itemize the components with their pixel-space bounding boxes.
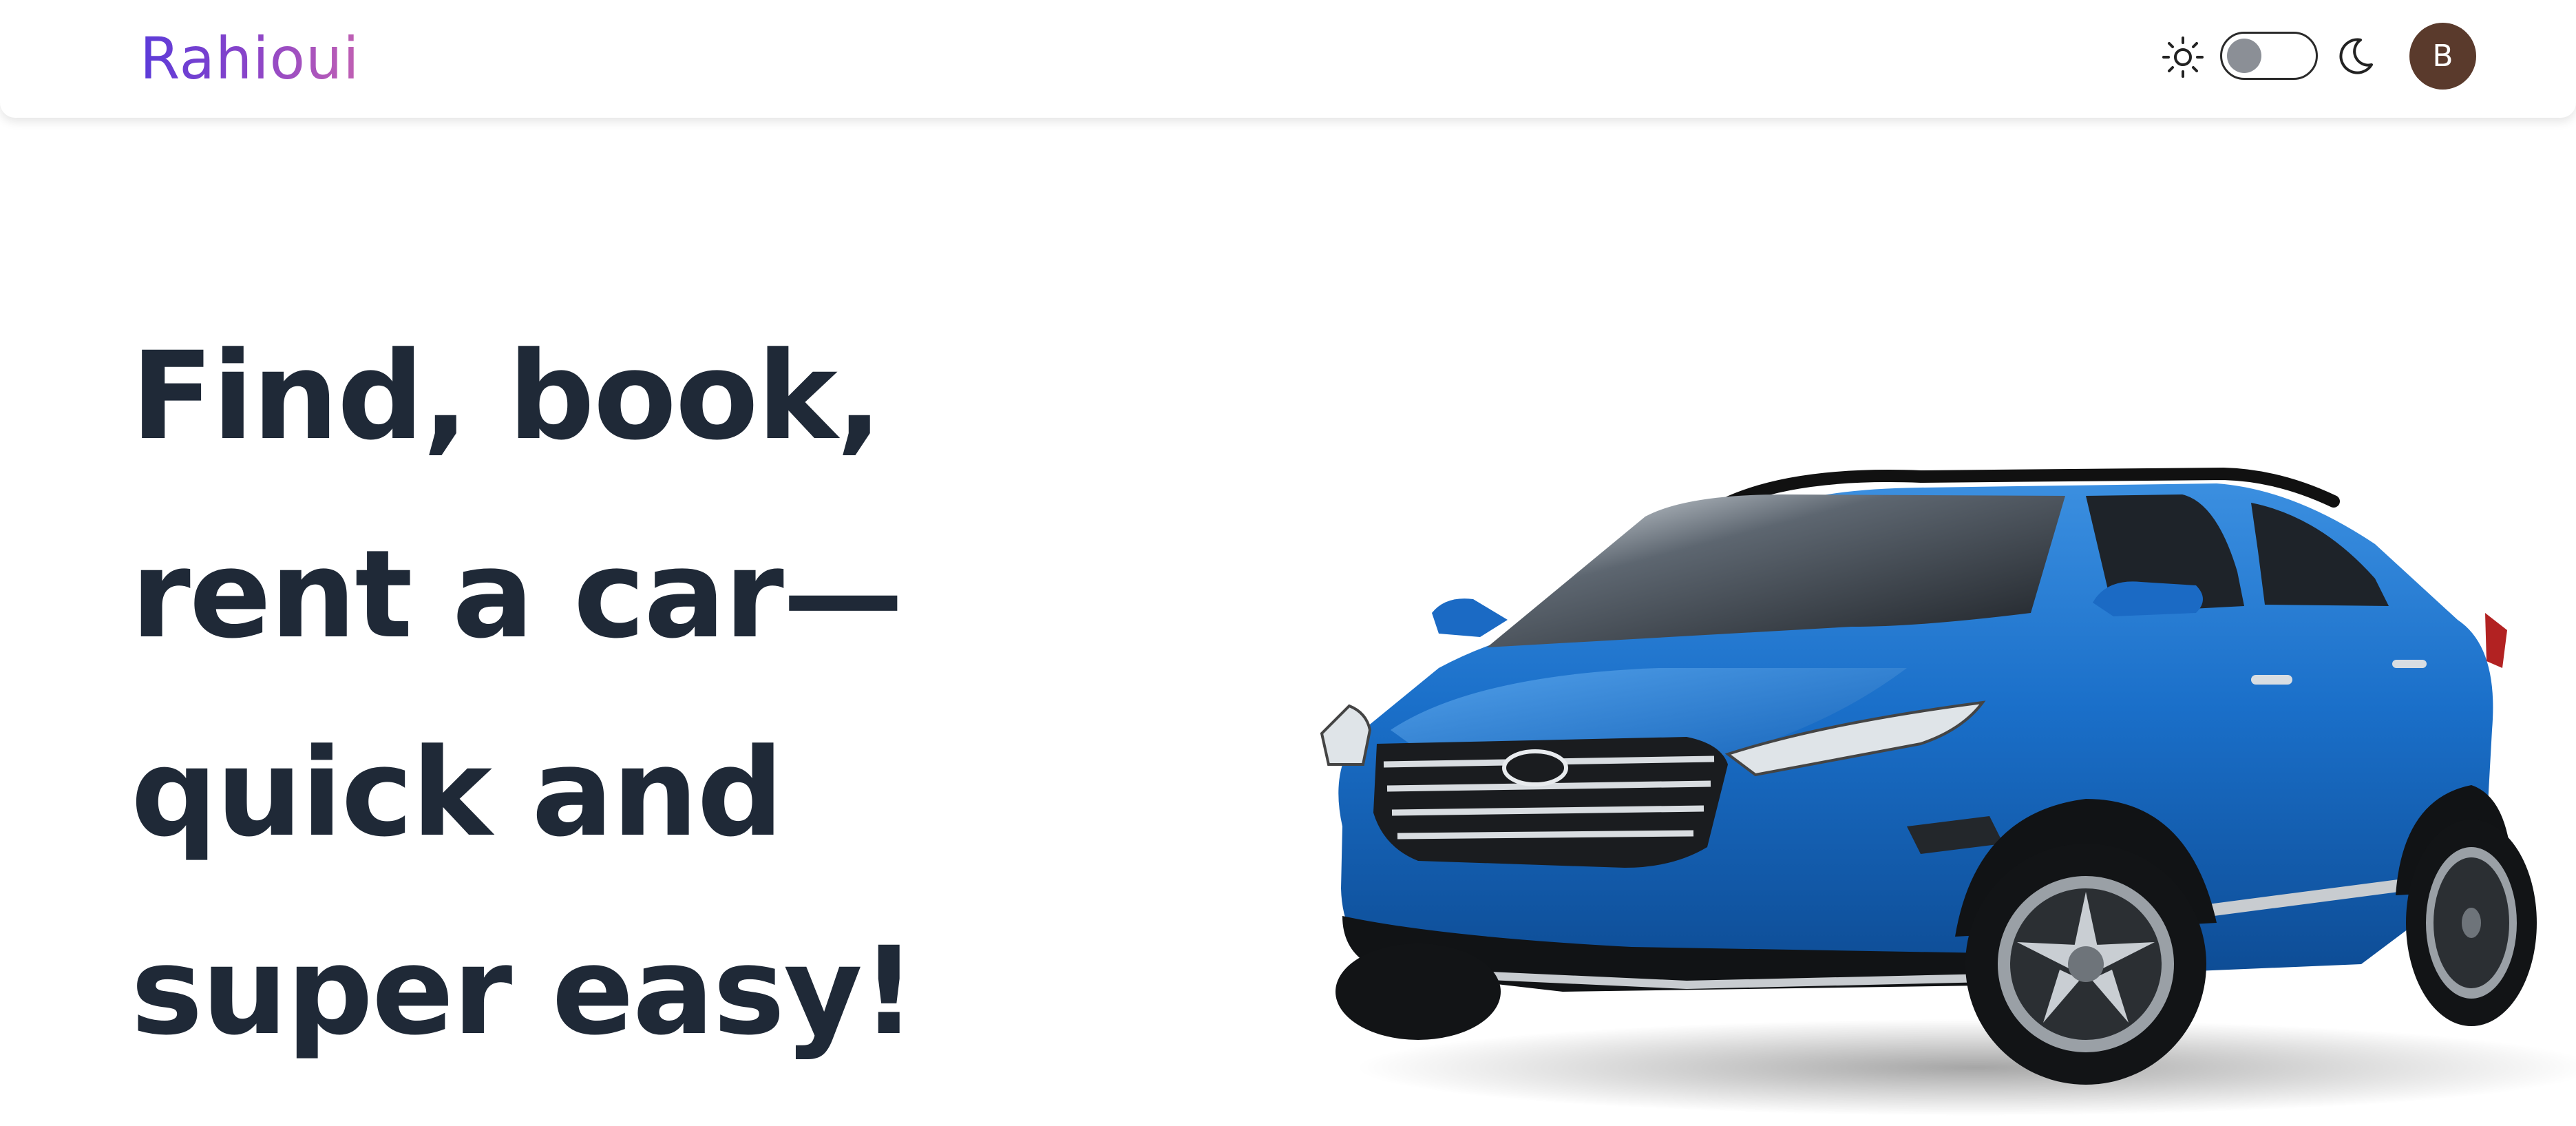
sun-icon <box>2162 37 2204 78</box>
landing-page: Rahioui B Find, book, rent a car— quick … <box>0 0 2576 1126</box>
hero-car-image <box>1301 441 2576 1126</box>
hero-headline-line: quick and <box>131 722 783 864</box>
hero-headline-line: rent a car— <box>131 524 904 665</box>
brand-logo[interactable]: Rahioui <box>140 21 360 96</box>
dark-mode-toggle[interactable] <box>2220 32 2318 80</box>
hero-headline-line: Find, book, <box>131 326 883 467</box>
blue-suv-car-icon <box>1320 467 2576 1116</box>
user-avatar[interactable]: B <box>2409 23 2476 90</box>
toggle-knob <box>2227 39 2261 73</box>
top-nav-bar: Rahioui B <box>0 0 2576 118</box>
moon-icon <box>2339 38 2373 74</box>
hero-headline-line: super easy! <box>131 921 916 1062</box>
hero-headline: Find, book, rent a car— quick and super … <box>131 298 1163 1091</box>
